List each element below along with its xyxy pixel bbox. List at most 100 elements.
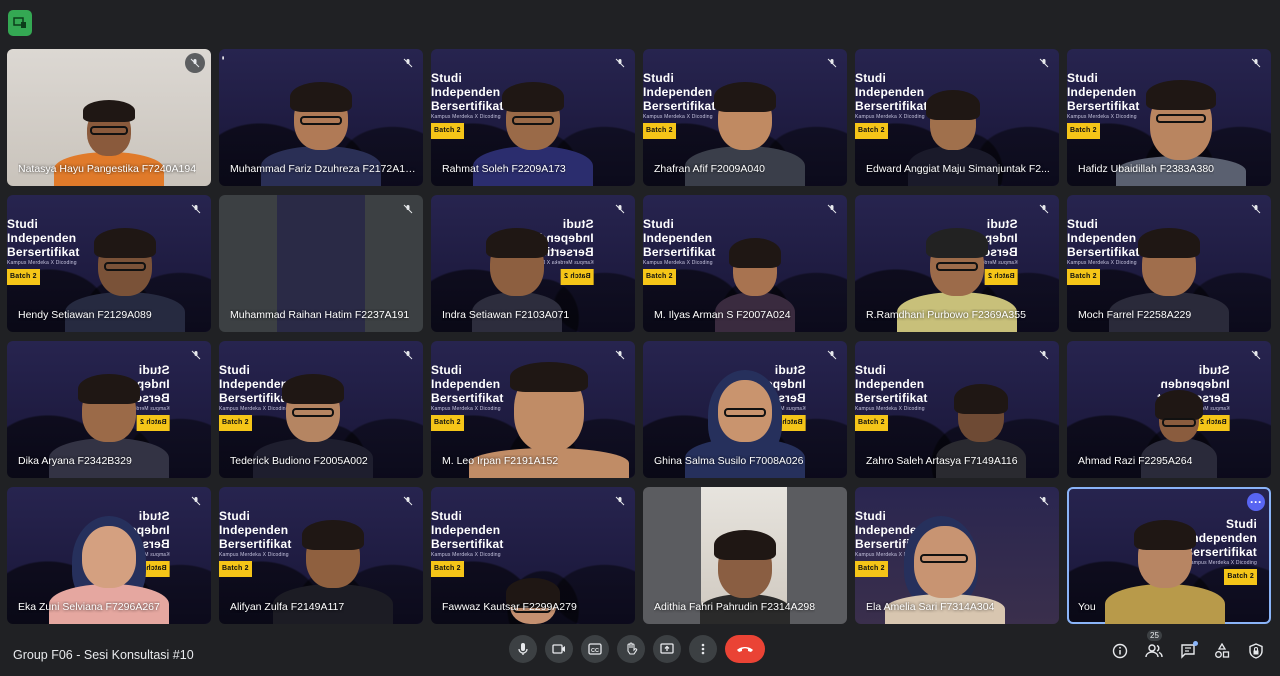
participant-tile[interactable]: Studi Independen Bersertifikat Kampus Me…	[431, 341, 635, 478]
captions-button[interactable]: CC	[581, 635, 609, 663]
mic-off-icon	[1249, 348, 1263, 362]
participant-video	[1104, 520, 1225, 624]
participant-tile[interactable]: Studi Independen Bersertifikat Kampus Me…	[7, 195, 211, 332]
vb-line1: Studi	[431, 71, 462, 85]
host-controls-button[interactable]	[1246, 641, 1266, 661]
participant-tile[interactable]: Studi Independen Bersertifikat Kampus Me…	[855, 195, 1059, 332]
vb-batch: Batch 2	[643, 269, 676, 285]
vb-line1: Studi	[986, 217, 1018, 231]
vb-line3: Bersertifikat	[431, 537, 504, 551]
participant-tile[interactable]: Studi Independen Bersertifikat Kampus Me…	[643, 49, 847, 186]
chat-button[interactable]	[1178, 641, 1198, 661]
vb-line1: Studi	[1226, 517, 1257, 531]
participant-grid: Natasya Hayu Pangestika F7240A194 ▮ Muha…	[7, 49, 1271, 624]
more-options-button[interactable]	[689, 635, 717, 663]
meeting-title: Group F06 - Sesi Konsultasi #10	[13, 648, 194, 662]
vb-batch: Batch 2	[1067, 123, 1100, 139]
end-call-icon	[737, 647, 753, 652]
participant-name: Muhammad Fariz Dzuhreza F2172A135	[230, 163, 416, 175]
vb-batch: Batch 2	[7, 269, 40, 285]
vb-subtitle: Kampus Merdeka X Dicoding	[431, 552, 501, 558]
participant-tile[interactable]: Muhammad Raihan Hatim F2237A191	[219, 195, 423, 332]
vb-line1: Studi	[855, 71, 886, 85]
vb-batch: Batch 2	[1067, 269, 1100, 285]
participant-tile[interactable]: Studi Independen Bersertifikat Kampus Me…	[643, 341, 847, 478]
participant-tile[interactable]: Studi Independen Bersertifikat Kampus Me…	[643, 195, 847, 332]
mic-off-icon	[401, 56, 415, 70]
vb-batch: Batch 2	[1224, 569, 1257, 585]
participant-name: Rahmat Soleh F2209A173	[442, 163, 566, 175]
vb-batch: Batch 2	[855, 123, 888, 139]
mic-off-icon	[185, 53, 205, 73]
mic-off-icon	[1249, 202, 1263, 216]
participant-name: Fawwaz Kautsar F2299A279	[442, 601, 577, 613]
participant-tile[interactable]: ▮ Muhammad Fariz Dzuhreza F2172A135	[219, 49, 423, 186]
vb-subtitle: Kampus Merdeka X Dicoding	[855, 406, 925, 412]
vb-line1: Studi	[855, 509, 886, 523]
vb-line1: Studi	[431, 363, 462, 377]
participant-tile[interactable]: Studi Independen Bersertifikat Kampus Me…	[855, 49, 1059, 186]
vb-line2: Independen	[1160, 377, 1230, 391]
participant-tile[interactable]: Studi Independen Bersertifikat Kampus Me…	[431, 49, 635, 186]
vb-batch: Batch 2	[431, 561, 464, 577]
participant-name: Alifyan Zulfa F2149A117	[230, 601, 345, 613]
mic-off-icon	[613, 348, 627, 362]
mic-off-icon	[1037, 56, 1051, 70]
activities-icon	[1215, 643, 1230, 658]
hand-icon	[627, 642, 638, 655]
mic-off-icon	[401, 202, 415, 216]
participant-name: Hafidz Ubaidillah F2383A380	[1078, 163, 1215, 175]
shield-lock-icon	[1249, 643, 1263, 659]
mic-off-icon	[1249, 56, 1263, 70]
logo-icon: ▮	[222, 55, 225, 60]
people-button[interactable]: 25	[1144, 630, 1164, 661]
mic-off-icon	[189, 202, 203, 216]
participant-name: Ahmad Razi F2295A264	[1078, 455, 1193, 467]
raise-hand-button[interactable]	[617, 635, 645, 663]
participant-name: Zhafran Afif F2009A040	[654, 163, 765, 175]
virtual-background-text: Studi Independen Bersertifikat Kampus Me…	[643, 217, 716, 285]
participant-name: Zahro Saleh Artasya F7149A116	[866, 455, 1018, 467]
vb-line1: Studi	[774, 363, 806, 377]
participant-name: Ela Amelia Sari F7314A304	[866, 601, 995, 613]
participant-tile[interactable]: Studi Independen Bersertifikat Kampus Me…	[219, 341, 423, 478]
mic-off-icon	[401, 348, 415, 362]
participant-tile[interactable]: Studi Independen Bersertifikat Kampus Me…	[431, 487, 635, 624]
participant-tile[interactable]: Studi Independen Bersertifikat Kampus Me…	[855, 341, 1059, 478]
meeting-details-button[interactable]	[1110, 641, 1130, 661]
participant-tile[interactable]: Studi Independen Bersertifikat Kampus Me…	[431, 195, 635, 332]
mic-icon	[518, 643, 528, 655]
vb-line1: Studi	[1198, 363, 1230, 377]
participant-name: You	[1078, 601, 1096, 613]
participant-tile[interactable]: Studi Independen Bersertifikat Kampus Me…	[1067, 195, 1271, 332]
more-options-icon[interactable]: ···	[1247, 493, 1265, 511]
participant-tile[interactable]: Studi Independen Bersertifikat Kampus Me…	[1067, 49, 1271, 186]
participant-name: Ghina Salma Susilo F7008A026	[654, 455, 804, 467]
self-view-tile[interactable]: Studi Independen Bersertifikat Kampus Me…	[1067, 487, 1271, 624]
vb-line3: Bersertifikat	[855, 391, 928, 405]
participant-tile[interactable]: Studi Independen Bersertifikat Kampus Me…	[219, 487, 423, 624]
participant-tile[interactable]: Studi Independen Bersertifikat Kampus Me…	[7, 487, 211, 624]
leave-call-button[interactable]	[725, 635, 765, 663]
camera-button[interactable]	[545, 635, 573, 663]
vb-line1: Studi	[643, 217, 674, 231]
present-screen-button[interactable]	[653, 635, 681, 663]
vb-subtitle: Kampus Merdeka X Dicoding	[643, 260, 713, 266]
vb-batch: Batch 2	[219, 415, 252, 431]
participant-name: Hendy Setiawan F2129A089	[18, 309, 152, 321]
present-icon	[660, 643, 674, 654]
participant-tile[interactable]: Studi Independen Bersertifikat Kampus Me…	[1067, 341, 1271, 478]
participant-tile[interactable]: Natasya Hayu Pangestika F7240A194	[7, 49, 211, 186]
vb-line1: Studi	[1067, 217, 1098, 231]
participant-tile[interactable]: Studi Independen Bersertifikat Kampus Me…	[855, 487, 1059, 624]
call-controls: CC	[509, 635, 765, 663]
meeting-badge-icon[interactable]	[8, 10, 32, 36]
mic-off-icon	[189, 348, 203, 362]
vb-batch: Batch 2	[855, 561, 888, 577]
participant-name: M. Ilyas Arman S F2007A024	[654, 309, 791, 321]
microphone-button[interactable]	[509, 635, 537, 663]
participant-tile[interactable]: Studi Independen Bersertifikat Kampus Me…	[7, 341, 211, 478]
activities-button[interactable]	[1212, 641, 1232, 661]
participant-tile[interactable]: Adithia Fahri Pahrudin F2314A298	[643, 487, 847, 624]
mic-off-icon	[1037, 202, 1051, 216]
